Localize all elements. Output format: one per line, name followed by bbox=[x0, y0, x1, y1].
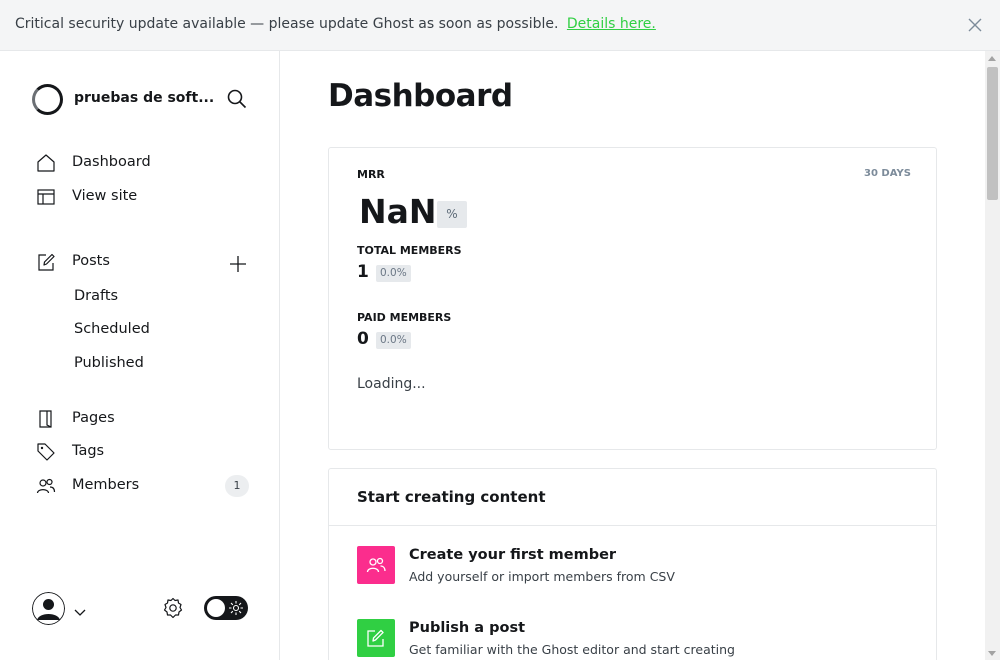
step-icon-members bbox=[357, 546, 395, 584]
plus-icon bbox=[230, 256, 246, 272]
step-icon-edit bbox=[357, 619, 395, 657]
paid-members-label: PAID MEMBERS bbox=[357, 311, 452, 324]
members-count-badge: 1 bbox=[225, 475, 249, 497]
total-members-label: TOTAL MEMBERS bbox=[357, 244, 462, 257]
pencil-square-icon bbox=[38, 253, 55, 271]
nav-label-dashboard: Dashboard bbox=[72, 154, 151, 170]
nav-label-posts: Posts bbox=[72, 253, 110, 269]
page-icon bbox=[39, 410, 52, 428]
user-avatar[interactable] bbox=[32, 592, 65, 625]
mrr-percent-tag: % bbox=[437, 201, 467, 228]
user-menu-toggle[interactable] bbox=[74, 603, 86, 616]
toggle-knob bbox=[207, 599, 225, 617]
sun-icon bbox=[229, 601, 243, 615]
members-icon bbox=[36, 478, 56, 494]
banner-message: Critical security update available — ple… bbox=[15, 16, 656, 32]
user-icon bbox=[32, 592, 65, 625]
nav-item-posts[interactable]: Posts bbox=[36, 250, 256, 274]
site-name[interactable]: pruebas de soft... bbox=[74, 90, 214, 106]
nav-label-view-site: View site bbox=[72, 188, 138, 204]
banner-details-link[interactable]: Details here. bbox=[567, 16, 656, 32]
paid-members-value: 0 bbox=[357, 329, 369, 349]
security-banner: Critical security update available — ple… bbox=[0, 0, 1000, 51]
start-creating-card: Start creating content Create your first… bbox=[328, 468, 937, 660]
house-icon bbox=[37, 154, 55, 172]
site-logo[interactable] bbox=[32, 84, 63, 115]
scroll-up-arrow-icon[interactable] bbox=[988, 56, 996, 61]
sidebar: pruebas de soft... Dashboard View site P… bbox=[0, 51, 280, 660]
page-title: Dashboard bbox=[328, 78, 513, 114]
tag-icon bbox=[37, 443, 55, 461]
members-icon bbox=[366, 557, 386, 573]
total-members-change: 0.0% bbox=[376, 265, 411, 282]
mrr-card: MRR 30 DAYS NaN % TOTAL MEMBERS 1 0.0% P… bbox=[328, 147, 937, 450]
settings-button[interactable] bbox=[161, 596, 185, 620]
nav-item-tags[interactable]: Tags bbox=[36, 440, 256, 464]
close-icon bbox=[968, 18, 982, 32]
nav-label-tags: Tags bbox=[72, 443, 105, 459]
dark-mode-toggle[interactable] bbox=[204, 596, 248, 620]
loading-text: Loading... bbox=[357, 376, 426, 392]
nav-item-view-site[interactable]: View site bbox=[36, 185, 256, 209]
nav-label-members: Members bbox=[72, 477, 140, 493]
period-label[interactable]: 30 DAYS bbox=[864, 168, 911, 179]
nav-item-members[interactable]: Members bbox=[36, 474, 256, 498]
step-title: Publish a post bbox=[409, 620, 526, 636]
layout-icon bbox=[37, 189, 55, 205]
edit-icon bbox=[367, 629, 384, 647]
banner-message-text: Critical security update available — ple… bbox=[15, 16, 559, 32]
scroll-thumb[interactable] bbox=[987, 67, 998, 200]
nav-subitem-published[interactable]: Published bbox=[74, 355, 144, 371]
scroll-down-arrow-icon[interactable] bbox=[988, 651, 996, 656]
mrr-label: MRR bbox=[357, 168, 385, 181]
banner-close-button[interactable] bbox=[966, 16, 984, 34]
chevron-down-icon bbox=[74, 609, 86, 616]
add-post-button[interactable] bbox=[228, 254, 248, 274]
start-creating-heading: Start creating content bbox=[357, 488, 546, 506]
nav-label-pages: Pages bbox=[72, 410, 115, 426]
step-title: Create your first member bbox=[409, 547, 617, 563]
search-icon bbox=[227, 89, 247, 109]
card-divider bbox=[329, 525, 936, 526]
search-button[interactable] bbox=[226, 88, 248, 110]
page-scrollbar[interactable] bbox=[985, 51, 1000, 660]
nav-item-pages[interactable]: Pages bbox=[36, 407, 256, 431]
total-members-value: 1 bbox=[357, 262, 369, 282]
step-create-member[interactable]: Create your first member Add yourself or… bbox=[357, 546, 917, 586]
nav-subitem-scheduled[interactable]: Scheduled bbox=[74, 321, 150, 337]
nav-subitem-drafts[interactable]: Drafts bbox=[74, 288, 118, 304]
step-description: Add yourself or import members from CSV bbox=[409, 569, 675, 584]
step-description: Get familiar with the Ghost editor and s… bbox=[409, 642, 735, 657]
paid-members-change: 0.0% bbox=[376, 332, 411, 349]
mrr-value: NaN bbox=[359, 192, 437, 231]
nav-item-dashboard[interactable]: Dashboard bbox=[36, 151, 256, 175]
gear-icon bbox=[163, 597, 183, 619]
step-publish-post[interactable]: Publish a post Get familiar with the Gho… bbox=[357, 619, 917, 659]
